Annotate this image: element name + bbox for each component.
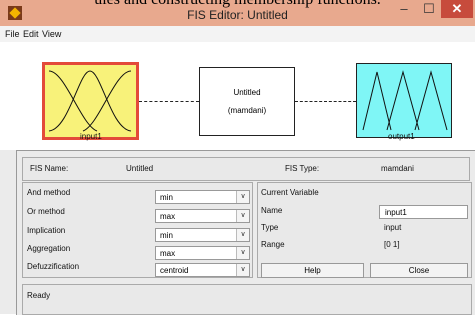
chevron-down-icon: ∨ [236,210,249,222]
variable-name-input[interactable]: input1 [379,205,468,219]
fis-info-bar: FIS Name: Untitled FIS Type: mamdani [22,157,470,181]
close-button[interactable]: Close [370,263,468,278]
defuzzification-select[interactable]: centroid ∨ [155,263,250,277]
variable-range-value: [0 1] [384,240,400,249]
fis-type-value: mamdani [381,164,414,173]
chevron-down-icon: ∨ [236,247,249,259]
fis-type-label: FIS Type: [285,164,320,173]
menu-view[interactable]: View [42,29,61,39]
or-method-select[interactable]: max ∨ [155,209,250,223]
input-membership-functions-icon [48,70,132,132]
fis-editor-window: FIS Editor: Untitled – ☐ ✕ File Edit Vie… [0,0,475,315]
variable-type-label: Type [261,223,279,232]
menu-bar: File Edit View [0,26,475,42]
implication-label: Implication [27,226,66,235]
variable-type-value: input [384,223,402,232]
and-method-value: min [160,193,173,202]
properties-area: FIS Name: Untitled FIS Type: mamdani And… [16,150,475,315]
output-variable-box[interactable] [356,63,452,138]
current-variable-panel: Current Variable Name input1 Type input … [257,182,472,278]
and-method-select[interactable]: min ∨ [155,190,250,204]
implication-select[interactable]: min ∨ [155,228,250,242]
system-name: Untitled [233,88,261,97]
output-variable-label: output1 [388,132,415,141]
or-method-label: Or method [27,207,65,216]
aggregation-label: Aggregation [27,244,71,253]
aggregation-select[interactable]: max ∨ [155,246,250,260]
defuzzification-value: centroid [160,266,189,275]
implication-value: min [160,231,173,240]
caption-text: ules and constructing membership functio… [0,0,475,9]
menu-edit[interactable]: Edit [23,29,39,39]
fis-diagram: input1 Untitled (mamdani) output1 [0,42,475,150]
output-membership-functions-icon [362,70,448,131]
chevron-down-icon: ∨ [236,229,249,241]
aggregation-value: max [160,249,176,258]
fis-name-label: FIS Name: [30,164,69,173]
variable-range-label: Range [261,240,285,249]
output-connector [295,101,356,102]
input-variable-box[interactable] [42,62,139,140]
variable-name-value: input1 [385,208,407,217]
fis-system-box[interactable]: Untitled (mamdani) [199,67,295,136]
or-method-value: max [160,212,176,221]
variable-name-label: Name [261,206,283,215]
chevron-down-icon: ∨ [236,191,249,203]
defuzzification-label: Defuzzification [27,262,80,271]
status-text: Ready [27,291,51,300]
fis-name-value: Untitled [126,164,154,173]
chevron-down-icon: ∨ [236,264,249,276]
and-method-label: And method [27,188,71,197]
help-button[interactable]: Help [261,263,364,278]
input-connector [139,101,199,102]
system-type: (mamdani) [227,106,267,115]
methods-panel: And method min ∨ Or method max ∨ Implica… [22,182,253,278]
menu-file[interactable]: File [5,29,20,39]
status-bar: Ready [22,284,472,315]
input-variable-label: input1 [80,132,102,141]
current-variable-heading: Current Variable [261,188,319,197]
